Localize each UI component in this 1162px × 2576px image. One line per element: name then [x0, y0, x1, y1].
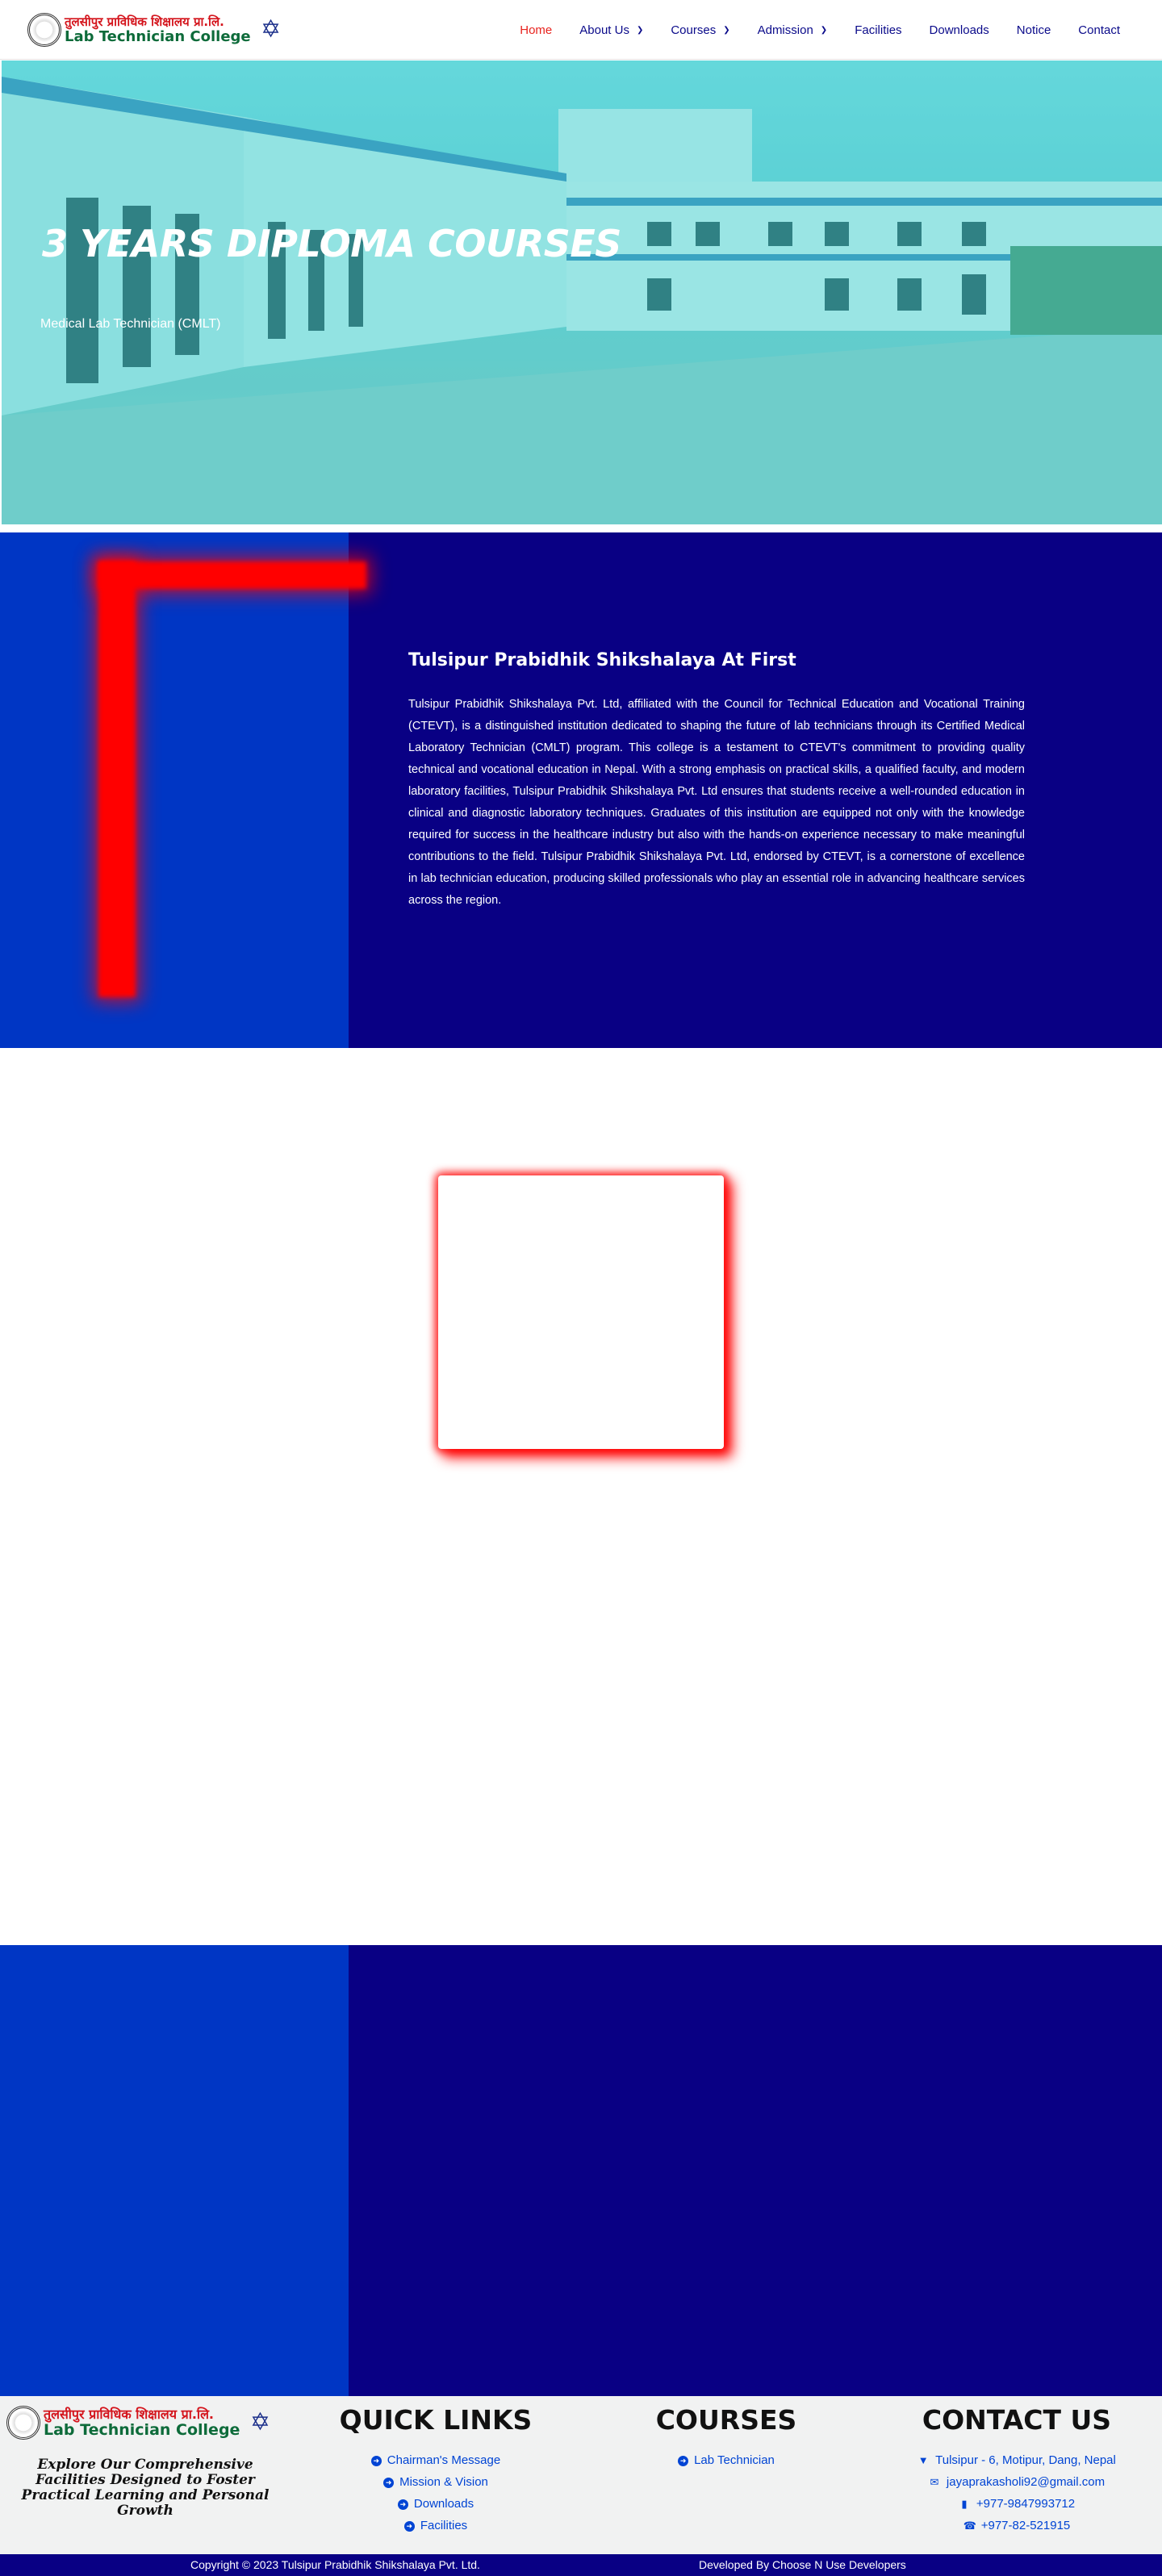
footer-logo-nepali-text: तुलसीपुर प्राविधिक शिक्षालय प्रा.लि. [44, 2406, 214, 2422]
quick-link-label: Downloads [413, 2497, 474, 2511]
nav-facilities-label: Facilities [855, 23, 902, 37]
footer-logo[interactable]: तुलसीपुर प्राविधिक शिक्षालय प्रा.लि. Lab… [6, 2404, 281, 2441]
chevron-down-icon: ❯ [636, 25, 644, 35]
quick-link-label: Mission & Vision [399, 2475, 488, 2489]
contact-mobile[interactable]: ▮ +977-9847993712 [888, 2493, 1146, 2515]
quick-links-list: ➜ Chairman's Message ➜ Mission & Vision ➜ D… [318, 2449, 554, 2536]
quick-links-column: QUICK LINKS ➜ Chairman's Message ➜ Mission… [318, 2404, 554, 2536]
nepal-emblem-icon: ✡ [249, 2409, 270, 2436]
contact-address-text: Tulsipur - 6, Motipur, Dang, Nepal [935, 2453, 1116, 2467]
red-corner-accent-vertical [98, 562, 136, 997]
contact-email[interactable]: ✉ jayaprakasholi92@gmail.com [888, 2471, 1146, 2493]
arrow-circle-right-icon: ➜ [397, 2499, 408, 2510]
quick-links-heading: QUICK LINKS [339, 2404, 533, 2436]
mobile-phone-icon: ▮ [961, 2498, 968, 2510]
quick-link-mission-vision[interactable]: ➜ Mission & Vision [318, 2471, 554, 2493]
footer-tagline: Explore Our Comprehensive Facilities Des… [21, 2457, 270, 2519]
about-heading: Tulsipur Prabidhik Shikshalaya At First [408, 650, 796, 670]
site-footer: तुलसीपुर प्राविधिक शिक्षालय प्रा.लि. Lab… [0, 2396, 1162, 2554]
arrow-circle-right-icon: ➜ [383, 2478, 395, 2488]
nav-courses-label: Courses [671, 23, 717, 37]
about-left-panel [0, 532, 349, 1048]
quick-link-label: Facilities [420, 2519, 468, 2532]
contact-phone-text: +977-82-521915 [980, 2519, 1071, 2532]
nepal-emblem-icon: ✡ [261, 16, 282, 43]
about-section: Tulsipur Prabidhik Shikshalaya At First … [0, 532, 1162, 1048]
quick-link-downloads[interactable]: ➜ Downloads [318, 2493, 554, 2515]
hero-subtitle: Medical Lab Technician (CMLT) [40, 317, 221, 331]
college-seal-icon [27, 13, 61, 47]
map-marker-icon: ▼ [917, 2454, 929, 2466]
quick-link-facilities[interactable]: ➜ Facilities [318, 2515, 554, 2536]
footer-logo-text: तुलसीपुर प्राविधिक शिक्षालय प्रा.लि. Lab… [44, 2406, 240, 2439]
chevron-down-icon: ❯ [723, 25, 730, 35]
logo-english-text: Lab Technician College [65, 27, 251, 45]
nav-admission-label: Admission [757, 23, 813, 37]
arrow-circle-right-icon: ➜ [370, 2456, 382, 2466]
contact-email-text: jayaprakasholi92@gmail.com [946, 2475, 1106, 2489]
nav-admission[interactable]: Admission ❯ [758, 23, 828, 37]
courses-list: ➜ Lab Technician [613, 2449, 839, 2471]
red-corner-accent-horizontal [98, 562, 366, 589]
nav-home[interactable]: Home [520, 23, 552, 37]
nav-courses[interactable]: Courses ❯ [671, 23, 729, 37]
footer-logo-english-text: Lab Technician College [44, 2420, 240, 2439]
site-header: तुलसीपुर प्राविधिक शिक्षालय प्रा.लि. Lab… [0, 0, 1162, 60]
contact-list: ▼ Tulsipur - 6, Motipur, Dang, Nepal ✉ jay… [888, 2449, 1146, 2536]
contact-heading: CONTACT US [922, 2404, 1112, 2436]
course-link-lab-technician[interactable]: ➜ Lab Technician [613, 2449, 839, 2471]
hero-overlay [2, 61, 1162, 524]
nav-notice[interactable]: Notice [1017, 23, 1051, 37]
nav-contact[interactable]: Contact [1078, 23, 1120, 37]
about-paragraph: Tulsipur Prabidhik Shikshalaya Pvt. Ltd,… [408, 698, 1025, 907]
second-band-left-panel [0, 1945, 349, 2396]
chevron-down-icon: ❯ [820, 25, 828, 35]
logo-text: तुलसीपुर प्राविधिक शिक्षालय प्रा.लि. Lab… [65, 14, 251, 45]
arrow-circle-right-icon: ➜ [403, 2521, 415, 2532]
nav-downloads[interactable]: Downloads [930, 23, 989, 37]
courses-column: COURSES ➜ Lab Technician [613, 2404, 839, 2471]
copyright-text: Copyright © 2023 Tulsipur Prabidhik Shik… [190, 2558, 480, 2571]
nav-home-label: Home [520, 23, 553, 37]
hero-banner: 3 YEARS DIPLOMA COURSES Medical Lab Tech… [2, 61, 1162, 524]
arrow-circle-right-icon: ➜ [678, 2456, 689, 2466]
developer-credit-link[interactable]: Developed By Choose N Use Developers [699, 2558, 906, 2571]
envelope-icon: ✉ [930, 2476, 939, 2488]
main-nav: Home About Us ❯ Courses ❯ Admission ❯ Facil… [492, 0, 1120, 60]
courses-heading: COURSES [655, 2404, 797, 2436]
site-logo[interactable]: तुलसीपुर प्राविधिक शिक्षालय प्रा.लि. Lab… [27, 11, 281, 48]
contact-mobile-text: +977-9847993712 [976, 2497, 1076, 2511]
course-link-label: Lab Technician [694, 2453, 775, 2467]
contact-phone[interactable]: ☎ +977-82-521915 [888, 2515, 1146, 2536]
college-seal-icon [6, 2406, 40, 2440]
nav-about-us-label: About Us [579, 23, 629, 37]
contact-address[interactable]: ▼ Tulsipur - 6, Motipur, Dang, Nepal [888, 2449, 1146, 2471]
second-band-right-panel [349, 1945, 1162, 2396]
nav-contact-label: Contact [1078, 23, 1120, 37]
nav-notice-label: Notice [1016, 23, 1051, 37]
logo-nepali-text: तुलसीपुर प्राविधिक शिक्षालय प्रा.लि. [65, 14, 224, 29]
nav-about-us[interactable]: About Us ❯ [579, 23, 643, 37]
nav-downloads-label: Downloads [929, 23, 989, 37]
nav-facilities[interactable]: Facilities [855, 23, 901, 37]
phone-icon: ☎ [963, 2520, 976, 2532]
contact-column: CONTACT US ▼ Tulsipur - 6, Motipur, Dang,… [888, 2404, 1146, 2536]
quick-link-chairmans-message[interactable]: ➜ Chairman's Message [318, 2449, 554, 2471]
copyright-bar: Copyright © 2023 Tulsipur Prabidhik Shik… [0, 2554, 1162, 2576]
hero-title: 3 YEARS DIPLOMA COURSES [42, 222, 621, 265]
featured-card [438, 1175, 724, 1449]
quick-link-label: Chairman's Message [387, 2453, 501, 2467]
